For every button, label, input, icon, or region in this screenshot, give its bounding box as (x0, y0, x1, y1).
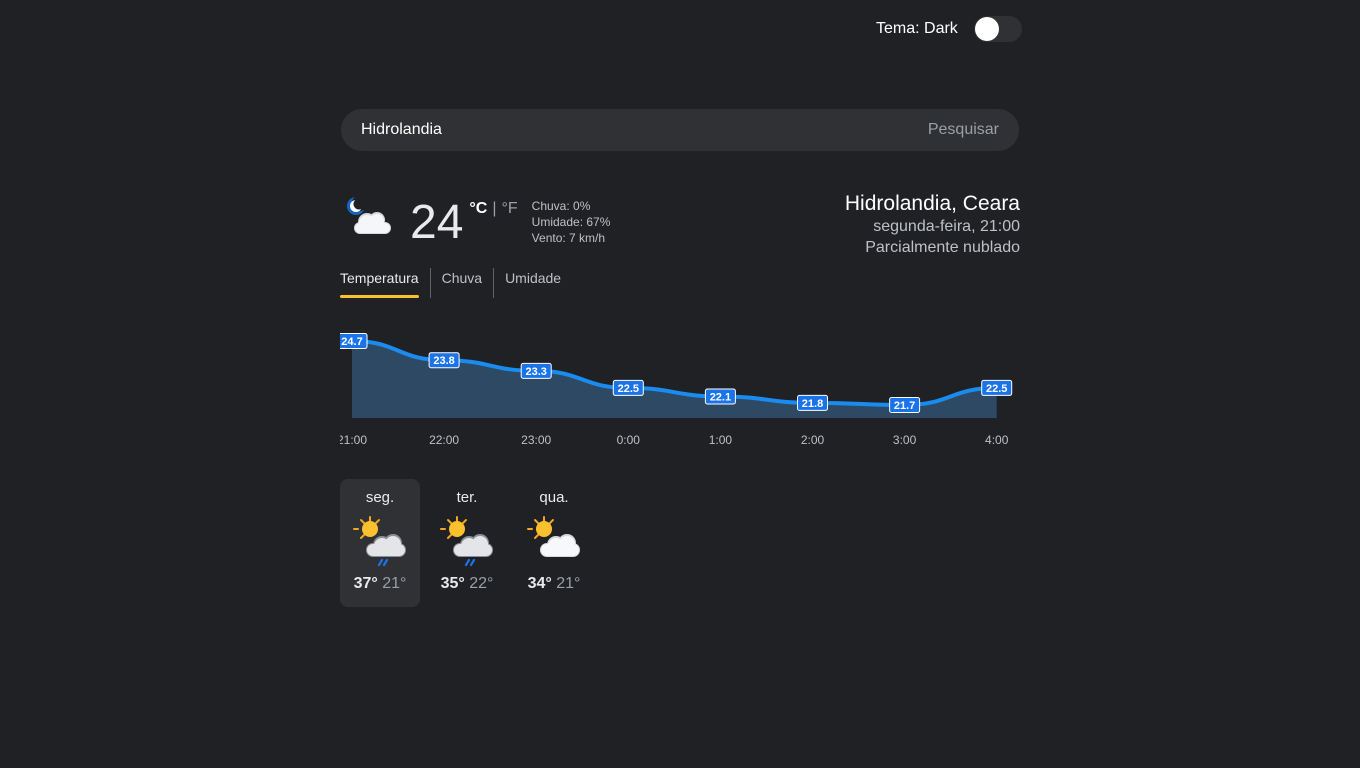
chart-x-tick-label: 23:00 (521, 433, 551, 447)
svg-text:22.1: 22.1 (710, 391, 731, 403)
tab-temperatura[interactable]: Temperatura (340, 268, 430, 298)
rain-chance: Chuva: 0% (531, 199, 591, 213)
chart-data-label: 24.7 (340, 333, 368, 349)
forecast-day-qua[interactable]: qua. 34° 21° (514, 479, 594, 607)
weather-details: Chuva: 0% Umidade: 67% Vento: 7 km/h (532, 198, 611, 246)
chart-x-tick-label: 22:00 (429, 433, 459, 447)
day-min-temp: 21° (382, 575, 407, 592)
sun-cloud-icon (527, 516, 580, 557)
svg-text:23.3: 23.3 (525, 366, 546, 378)
day-temperatures: 37° 21° (340, 575, 420, 593)
day-name: seg. (365, 489, 395, 506)
forecast-day-seg[interactable]: seg. 37° 21° (340, 479, 420, 607)
sun-cloud-rain-icon (440, 516, 493, 567)
chart-x-tick-label: 1:00 (709, 433, 733, 447)
tab-chuva[interactable]: Chuva (429, 268, 493, 298)
forecast-day-ter[interactable]: ter. 35° 22° (427, 479, 507, 607)
day-max-temp: 34° (527, 575, 552, 592)
day-temperatures: 34° 21° (514, 575, 594, 593)
chart-data-label: 22.5 (612, 379, 644, 396)
day-max-temp: 37° (353, 575, 378, 592)
chart-data-label: 22.5 (981, 379, 1013, 396)
search-input[interactable] (361, 121, 928, 139)
fahrenheit-button[interactable]: °F (502, 200, 518, 218)
search-bar: Pesquisar (341, 109, 1019, 151)
unit-separator: | (492, 200, 497, 217)
chart-data-label: 23.8 (428, 352, 460, 369)
search-button[interactable]: Pesquisar (928, 121, 999, 139)
svg-text:21.8: 21.8 (802, 398, 823, 410)
theme-toggle[interactable] (973, 16, 1022, 42)
hourly-temperature-chart: 24.7 23.8 23.3 22.5 22.1 21.8 21.7 22.5 21:00 22:… (340, 333, 1013, 447)
chart-data-label: 21.8 (797, 394, 828, 411)
unit-switch: °C | °F (469, 200, 517, 218)
chart-data-label: 22.1 (704, 388, 736, 405)
svg-text:22.5: 22.5 (618, 383, 639, 395)
theme-label: Tema: Dark (876, 20, 958, 37)
svg-text:22.5: 22.5 (986, 383, 1007, 395)
chart-data-label: 21.7 (889, 397, 921, 413)
wind-speed: Vento: 7 km/h (531, 231, 606, 245)
day-min-temp: 22° (469, 575, 494, 592)
location-info: Hidrolandia, Ceara segunda-feira, 21:00 … (845, 192, 1020, 258)
day-name: ter. (456, 489, 478, 506)
day-temperatures: 35° 22° (427, 575, 507, 593)
chart-x-tick-label: 21:00 (340, 433, 367, 447)
humidity: Umidade: 67% (531, 215, 611, 229)
chart-tabs: Temperatura Chuva Umidade (340, 268, 572, 298)
chart-data-label: 23.3 (520, 362, 552, 379)
toggle-knob (974, 17, 999, 41)
chart-x-tick-label: 0:00 (617, 433, 641, 447)
weather-condition: Parcialmente nublado (865, 239, 1020, 256)
svg-text:21.7: 21.7 (894, 400, 915, 412)
sun-cloud-rain-icon (353, 516, 406, 567)
chart-x-tick-label: 4:00 (985, 433, 1009, 447)
day-max-temp: 35° (440, 575, 465, 592)
day-name: qua. (539, 489, 569, 506)
current-temperature: 24 (410, 196, 464, 249)
celsius-button[interactable]: °C (469, 200, 487, 218)
location-name: Hidrolandia, Ceara (844, 192, 1020, 215)
current-weather: 24 °C | °F Chuva: 0% Umidade: 67% Vento:… (340, 192, 610, 252)
svg-text:23.8: 23.8 (433, 355, 454, 367)
location-datetime: segunda-feira, 21:00 (873, 218, 1020, 235)
svg-text:24.7: 24.7 (341, 336, 362, 348)
day-min-temp: 21° (556, 575, 581, 592)
daily-forecast: seg. 37° 21° ter. 35° 22° qua. 34° 21° (340, 479, 601, 607)
theme-switcher: Tema: Dark (876, 16, 1022, 42)
chart-x-tick-label: 3:00 (893, 433, 917, 447)
tab-umidade[interactable]: Umidade (493, 268, 572, 298)
partly-cloudy-night-icon (340, 192, 398, 242)
chart-x-tick-label: 2:00 (801, 433, 825, 447)
